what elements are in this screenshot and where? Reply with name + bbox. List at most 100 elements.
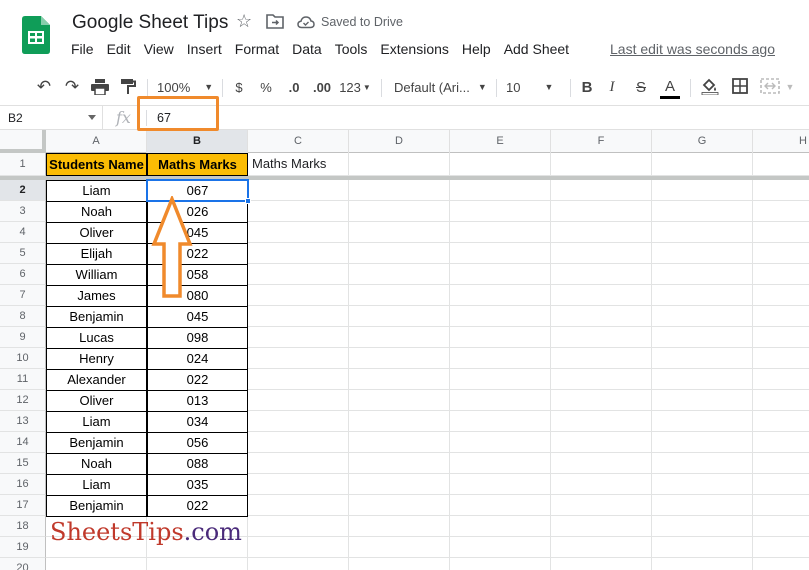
cell-d5[interactable] xyxy=(349,243,450,264)
cell-e1[interactable] xyxy=(450,153,551,176)
fill-color-icon[interactable] xyxy=(701,77,719,95)
cell-f12[interactable] xyxy=(551,390,652,411)
cell-g11[interactable] xyxy=(652,369,753,390)
row-header-20[interactable]: 20 xyxy=(0,558,46,570)
row-header-17[interactable]: 17 xyxy=(0,495,46,516)
cell-h11[interactable] xyxy=(753,369,809,390)
cell-d7[interactable] xyxy=(349,285,450,306)
row-header-2[interactable]: 2 xyxy=(0,180,46,201)
column-header-f[interactable]: F xyxy=(551,130,652,153)
cell-c1[interactable]: Maths Marks xyxy=(248,153,349,176)
row-header-6[interactable]: 6 xyxy=(0,264,46,285)
menu-data[interactable]: Data xyxy=(292,41,322,61)
zoom-select[interactable]: 100% ▼ xyxy=(157,76,215,98)
star-icon[interactable]: ☆ xyxy=(236,11,252,32)
row-header-5[interactable]: 5 xyxy=(0,243,46,264)
row-header-9[interactable]: 9 xyxy=(0,327,46,348)
cell-c3[interactable] xyxy=(248,201,349,222)
cell-f17[interactable] xyxy=(551,495,652,516)
cell-e19[interactable] xyxy=(450,537,551,558)
cell-g6[interactable] xyxy=(652,264,753,285)
cell-c4[interactable] xyxy=(248,222,349,243)
name-cell-a13[interactable]: Liam xyxy=(46,411,147,433)
cell-d1[interactable] xyxy=(349,153,450,176)
cell-d17[interactable] xyxy=(349,495,450,516)
cell-f7[interactable] xyxy=(551,285,652,306)
cell-f16[interactable] xyxy=(551,474,652,495)
cell-f5[interactable] xyxy=(551,243,652,264)
marks-cell-b10[interactable]: 024 xyxy=(147,348,248,370)
cell-h14[interactable] xyxy=(753,432,809,453)
row-header-14[interactable]: 14 xyxy=(0,432,46,453)
cell-g5[interactable] xyxy=(652,243,753,264)
cell-f9[interactable] xyxy=(551,327,652,348)
cell-e20[interactable] xyxy=(450,558,551,570)
column-header-h[interactable]: H xyxy=(753,130,809,153)
cell-d19[interactable] xyxy=(349,537,450,558)
cell-h3[interactable] xyxy=(753,201,809,222)
increase-decimal-button[interactable]: .00 xyxy=(309,76,335,98)
chevron-down-icon[interactable] xyxy=(88,115,96,120)
cell-c16[interactable] xyxy=(248,474,349,495)
cell-e4[interactable] xyxy=(450,222,551,243)
cell-a20[interactable] xyxy=(46,558,147,570)
column-header-a[interactable]: A xyxy=(46,130,147,153)
cell-g16[interactable] xyxy=(652,474,753,495)
row-header-13[interactable]: 13 xyxy=(0,411,46,432)
cell-g2[interactable] xyxy=(652,180,753,201)
name-cell-a9[interactable]: Lucas xyxy=(46,327,147,349)
name-cell-a12[interactable]: Oliver xyxy=(46,390,147,412)
cell-e15[interactable] xyxy=(450,453,551,474)
row-header-19[interactable]: 19 xyxy=(0,537,46,558)
cell-g7[interactable] xyxy=(652,285,753,306)
menu-edit[interactable]: Edit xyxy=(107,41,131,61)
marks-cell-b12[interactable]: 013 xyxy=(147,390,248,412)
cell-e12[interactable] xyxy=(450,390,551,411)
marks-cell-b8[interactable]: 045 xyxy=(147,306,248,328)
cell-g4[interactable] xyxy=(652,222,753,243)
cell-c7[interactable] xyxy=(248,285,349,306)
name-cell-a16[interactable]: Liam xyxy=(46,474,147,496)
marks-cell-b11[interactable]: 022 xyxy=(147,369,248,391)
cell-h6[interactable] xyxy=(753,264,809,285)
cell-g9[interactable] xyxy=(652,327,753,348)
cell-h17[interactable] xyxy=(753,495,809,516)
text-color-button[interactable]: A xyxy=(660,76,680,99)
more-formats-button[interactable]: 123 ▼ xyxy=(338,76,372,98)
cell-e10[interactable] xyxy=(450,348,551,369)
row-header-11[interactable]: 11 xyxy=(0,369,46,390)
column-header-g[interactable]: G xyxy=(652,130,753,153)
name-cell-a8[interactable]: Benjamin xyxy=(46,306,147,328)
menu-file[interactable]: File xyxy=(71,41,94,61)
cell-g1[interactable] xyxy=(652,153,753,176)
paint-format-icon[interactable] xyxy=(120,78,136,95)
menu-format[interactable]: Format xyxy=(235,41,279,61)
menu-add-sheet[interactable]: Add Sheet xyxy=(504,41,569,61)
decrease-decimal-button[interactable]: .0 xyxy=(283,76,305,98)
borders-icon[interactable] xyxy=(732,78,748,94)
marks-cell-b9[interactable]: 098 xyxy=(147,327,248,349)
cell-e9[interactable] xyxy=(450,327,551,348)
select-all-corner[interactable] xyxy=(0,130,46,153)
cell-g14[interactable] xyxy=(652,432,753,453)
cell-d11[interactable] xyxy=(349,369,450,390)
cell-d3[interactable] xyxy=(349,201,450,222)
cell-h12[interactable] xyxy=(753,390,809,411)
name-cell-a10[interactable]: Henry xyxy=(46,348,147,370)
cell-h10[interactable] xyxy=(753,348,809,369)
cell-d9[interactable] xyxy=(349,327,450,348)
row-header-12[interactable]: 12 xyxy=(0,390,46,411)
cell-h7[interactable] xyxy=(753,285,809,306)
name-cell-a2[interactable]: Liam xyxy=(46,180,147,202)
cell-h4[interactable] xyxy=(753,222,809,243)
name-cell-a3[interactable]: Noah xyxy=(46,201,147,223)
cell-h16[interactable] xyxy=(753,474,809,495)
cell-f18[interactable] xyxy=(551,516,652,537)
cell-g10[interactable] xyxy=(652,348,753,369)
print-icon[interactable] xyxy=(91,79,109,95)
menu-extensions[interactable]: Extensions xyxy=(380,41,448,61)
header-cell-students-name[interactable]: Students Name xyxy=(46,153,147,176)
cell-e16[interactable] xyxy=(450,474,551,495)
cell-h1[interactable] xyxy=(753,153,809,176)
column-header-d[interactable]: D xyxy=(349,130,450,153)
